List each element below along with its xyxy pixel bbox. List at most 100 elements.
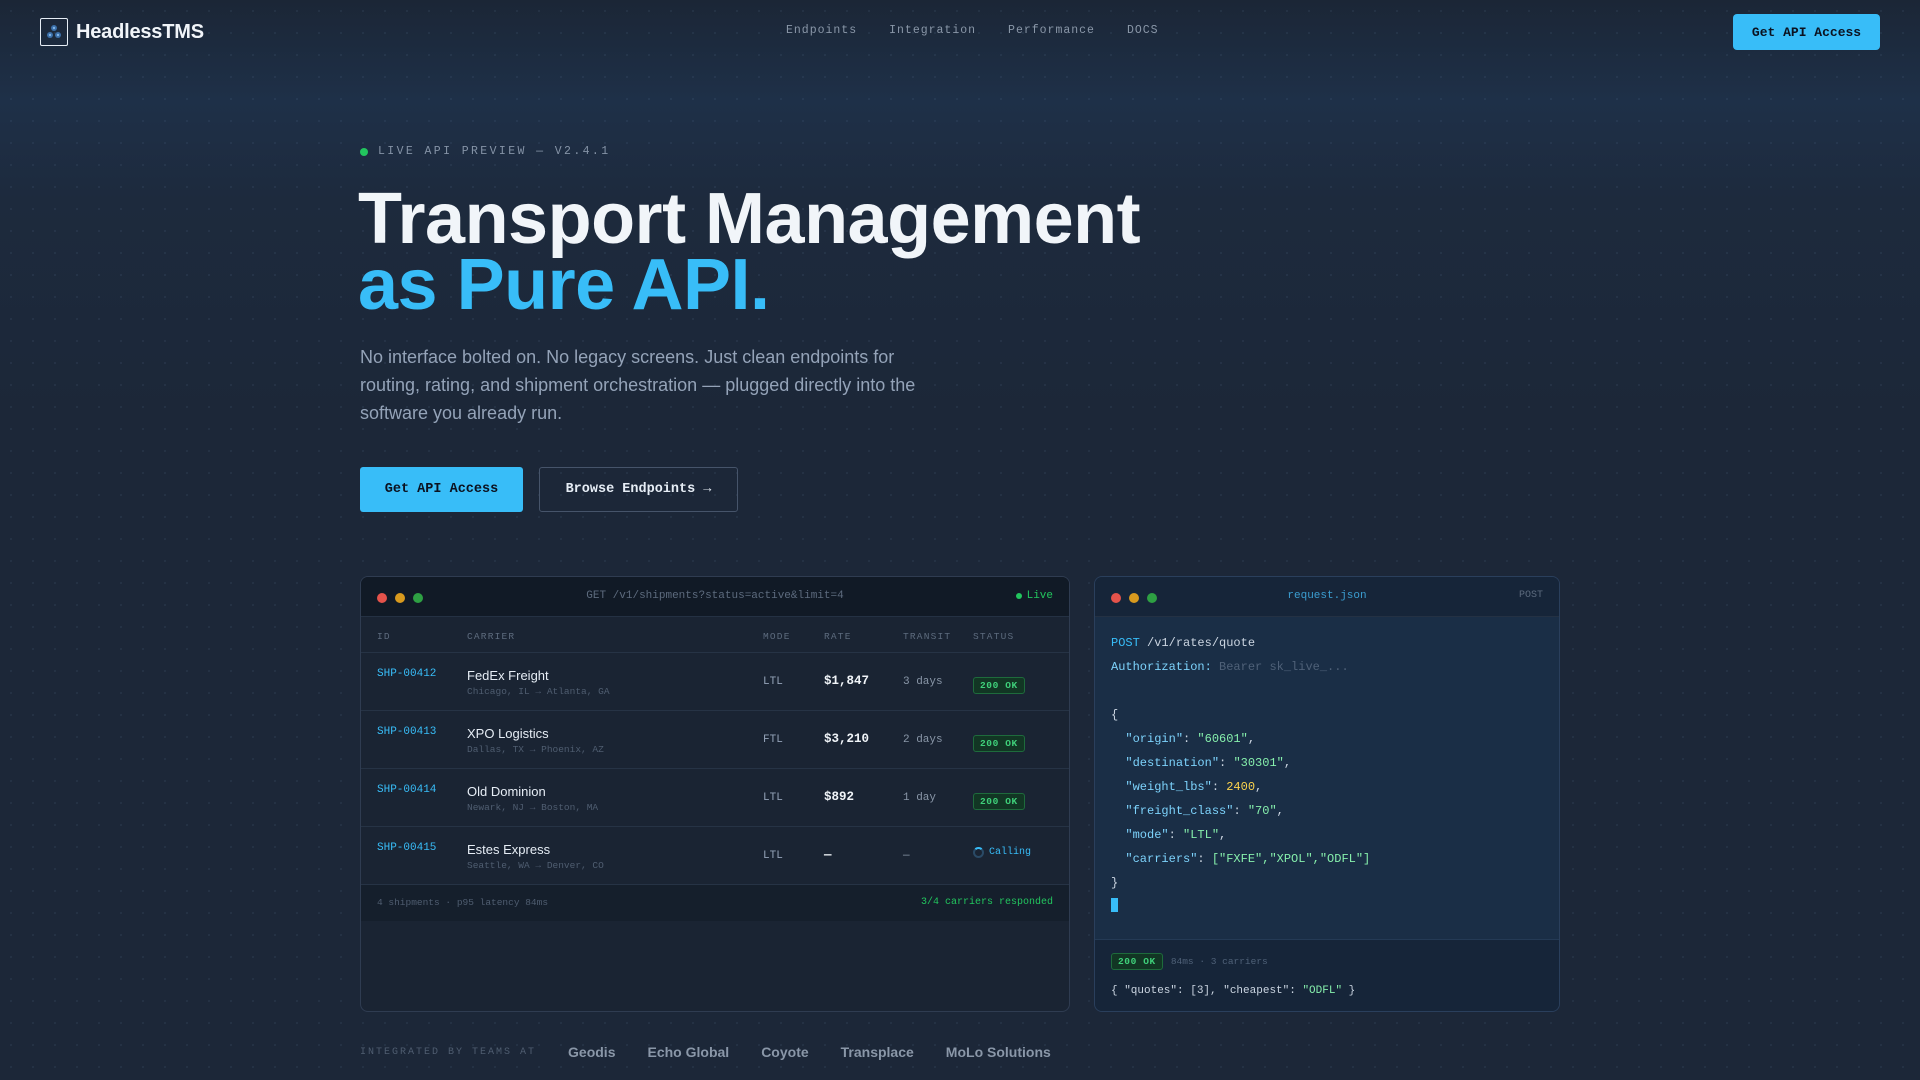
- code-open-brace: {: [1111, 708, 1119, 722]
- shipment-id[interactable]: SHP-00413: [377, 726, 436, 738]
- shipment-mode: LTL: [763, 850, 783, 862]
- table-row[interactable]: SHP-00415 Estes Express Seattle, WA → De…: [361, 827, 1069, 885]
- brand-logo-echo-global: Echo Global: [647, 1044, 730, 1060]
- code-body-line: "carriers": ["FXFE","XPOL","ODFL"]: [1125, 852, 1371, 866]
- shipment-id[interactable]: SHP-00415: [377, 842, 436, 854]
- text-cursor-icon: [1111, 898, 1118, 912]
- status-badge: 200 OK: [973, 677, 1025, 694]
- shipment-route: Newark, NJ → Boston, MA: [467, 802, 599, 813]
- browse-endpoints-button[interactable]: Browse Endpoints →: [539, 467, 738, 512]
- code-body-line: "freight_class": "70",: [1125, 804, 1284, 818]
- status-badge: 200 OK: [973, 735, 1025, 752]
- shipment-transit: 1 day: [903, 792, 937, 804]
- shipment-route: Chicago, IL → Atlanta, GA: [467, 686, 610, 697]
- eyebrow-text: LIVE API PREVIEW — V2.4.1: [378, 145, 611, 158]
- col-mode: MODE: [763, 631, 791, 642]
- request-filename: request.json: [1287, 590, 1367, 602]
- shipment-id[interactable]: SHP-00412: [377, 668, 436, 680]
- shipment-transit: 2 days: [903, 734, 943, 746]
- network-cube-icon: [40, 18, 68, 46]
- status-cell: 200 OK: [973, 733, 1025, 752]
- code-key: "carriers": [1125, 852, 1198, 866]
- response-status-line: 200 OK 84ms · 3 carriers: [1111, 953, 1268, 970]
- request-method-tag: POST: [1518, 590, 1543, 601]
- hero-title-line2: as Pure API.: [358, 245, 770, 325]
- nav-link-docs[interactable]: DOCS: [1127, 24, 1159, 37]
- col-rate: RATE: [824, 631, 852, 642]
- footer-summary: 4 shipments · p95 latency 84ms: [377, 897, 549, 908]
- response-key: "cheapest": [1223, 985, 1290, 997]
- col-transit: TRANSIT: [903, 631, 952, 642]
- get-api-access-button[interactable]: Get API Access: [360, 467, 523, 512]
- live-dot-icon: [1015, 593, 1022, 599]
- status-cell: 200 OK: [973, 675, 1025, 694]
- code-body-line: "origin": "60601",: [1125, 732, 1256, 746]
- shipments-panel: GET /v1/shipments?status=active&limit=4 …: [360, 576, 1070, 1012]
- carrier-name: Estes Express: [467, 842, 551, 857]
- shipment-transit: —: [903, 850, 910, 862]
- status-cell: 200 OK: [973, 791, 1025, 810]
- top-nav: HeadlessTMS Endpoints Integration Perfor…: [0, 0, 1920, 64]
- code-auth-key: Authorization:: [1111, 660, 1212, 674]
- code-key: "origin": [1125, 732, 1184, 746]
- shipment-route: Dallas, TX → Phoenix, AZ: [467, 744, 604, 755]
- carrier-name: XPO Logistics: [467, 726, 549, 741]
- shipment-transit: 3 days: [903, 676, 943, 688]
- shipments-panel-titlebar: GET /v1/shipments?status=active&limit=4 …: [361, 577, 1069, 617]
- carrier-name: Old Dominion: [467, 784, 546, 799]
- response-meta: 84ms · 3 carriers: [1170, 956, 1268, 967]
- logo-text: HeadlessTMS: [76, 20, 204, 43]
- integrations-strip: INTEGRATED BY TEAMS AT Geodis Echo Globa…: [360, 1044, 1051, 1060]
- hero-eyebrow: LIVE API PREVIEW — V2.4.1: [360, 145, 611, 158]
- loading-spinner-icon: [973, 847, 984, 858]
- response-body: { "quotes": [3], "cheapest": "ODFL" }: [1111, 985, 1356, 997]
- shipment-rate: $1,847: [824, 674, 870, 688]
- shipments-request-url: GET /v1/shipments?status=active&limit=4: [586, 590, 844, 602]
- table-row[interactable]: SHP-00412 FedEx Freight Chicago, IL → At…: [361, 653, 1069, 711]
- response-key: "quotes": [1124, 985, 1178, 997]
- shipment-id[interactable]: SHP-00414: [377, 784, 436, 796]
- table-row[interactable]: SHP-00413 XPO Logistics Dallas, TX → Pho…: [361, 711, 1069, 769]
- code-value: "60601": [1197, 732, 1248, 746]
- code-value: "LTL": [1183, 828, 1220, 842]
- code-request-line: POST /v1/rates/quote: [1111, 631, 1543, 655]
- code-body-line: "mode": "LTL",: [1125, 828, 1227, 842]
- nav-links: Endpoints Integration Performance DOCS: [786, 24, 1159, 37]
- calling-status: Calling: [973, 847, 1031, 858]
- code-value: "70": [1247, 804, 1277, 818]
- shipment-rate: —: [824, 848, 832, 862]
- shipment-mode: FTL: [763, 734, 783, 746]
- request-panel-titlebar: request.json POST: [1095, 577, 1559, 617]
- footer-carriers-responded: 3/4 carriers responded: [920, 897, 1053, 908]
- live-indicator: Live: [1015, 590, 1053, 602]
- nav-link-performance[interactable]: Performance: [1008, 24, 1095, 37]
- table-row[interactable]: SHP-00414 Old Dominion Newark, NJ → Bost…: [361, 769, 1069, 827]
- code-value: "30301": [1233, 756, 1284, 770]
- logo[interactable]: HeadlessTMS: [40, 18, 204, 46]
- brand-logo-coyote: Coyote: [761, 1044, 809, 1060]
- code-value: 2400: [1226, 780, 1256, 794]
- code-auth-line: Authorization: Bearer sk_live_...: [1111, 655, 1543, 679]
- col-status: STATUS: [973, 631, 1015, 642]
- shipment-mode: LTL: [763, 676, 783, 688]
- status-badge: 200 OK: [973, 793, 1025, 810]
- table-header: ID CARRIER MODE RATE TRANSIT STATUS: [361, 617, 1069, 653]
- code-value: ["FXFE","XPOL","ODFL"]: [1211, 852, 1371, 866]
- nav-link-endpoints[interactable]: Endpoints: [786, 24, 857, 37]
- response-status-badge: 200 OK: [1111, 953, 1163, 970]
- code-close-brace: }: [1111, 876, 1119, 890]
- nav-get-api-access-button[interactable]: Get API Access: [1733, 14, 1880, 50]
- brand-logo-molo-solutions: MoLo Solutions: [945, 1044, 1051, 1060]
- live-label: Live: [1026, 590, 1053, 602]
- brand-logo-transplace: Transplace: [840, 1044, 914, 1060]
- col-id: ID: [377, 631, 391, 642]
- code-key: "destination": [1125, 756, 1220, 770]
- code-method: POST: [1111, 636, 1140, 650]
- request-panel: request.json POST POST /v1/rates/quote A…: [1094, 576, 1560, 1012]
- hero-title-line1: Transport Management: [358, 179, 1141, 259]
- nav-link-integration[interactable]: Integration: [889, 24, 976, 37]
- code-key: "freight_class": [1125, 804, 1234, 818]
- shipment-route: Seattle, WA → Denver, CO: [467, 860, 604, 871]
- hero-description: No interface bolted on. No legacy screen…: [360, 347, 916, 423]
